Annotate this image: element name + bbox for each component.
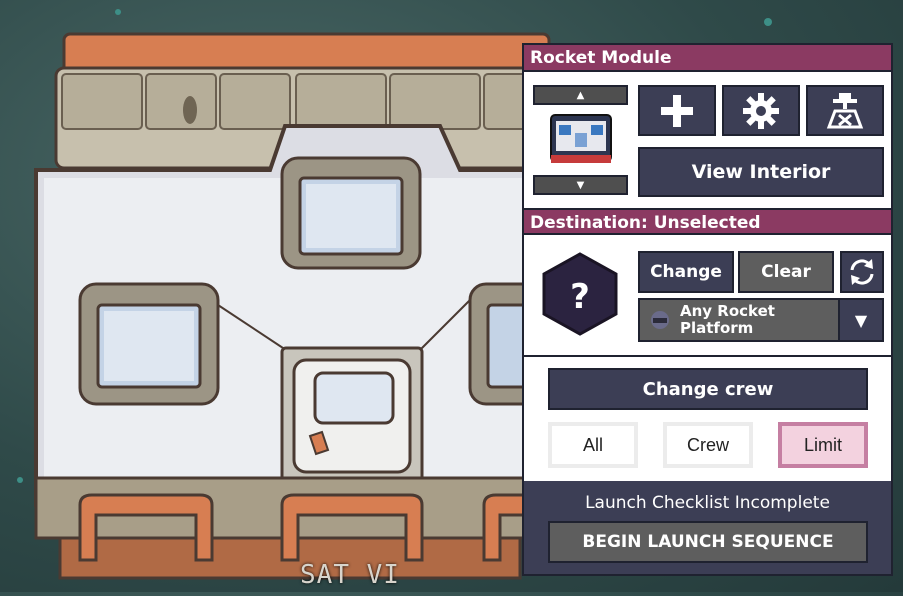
launch-pad-button[interactable]	[806, 85, 884, 136]
arrow-up-icon: ▲	[576, 89, 585, 101]
module-settings-button[interactable]	[722, 85, 800, 136]
refresh-button[interactable]	[840, 251, 884, 293]
rocket-module-header: Rocket Module	[524, 45, 891, 72]
plus-icon	[661, 94, 693, 127]
change-label: Change	[650, 262, 722, 282]
begin-launch-label: BEGIN LAUNCH SEQUENCE	[582, 532, 834, 552]
view-interior-button[interactable]: View Interior	[638, 147, 884, 197]
launch-status-text: Launch Checklist Incomplete	[585, 493, 830, 513]
module-preview	[548, 111, 614, 167]
dropdown-toggle[interactable]: ▼	[838, 300, 882, 340]
module-preview-icon	[550, 114, 612, 163]
platform-select-value: Any Rocket Platform	[680, 302, 775, 337]
module-up-button[interactable]: ▲	[533, 85, 628, 105]
module-down-button[interactable]: ▼	[533, 175, 628, 195]
crew-filter-crew[interactable]: Crew	[663, 422, 753, 468]
change-destination-button[interactable]: Change	[638, 251, 734, 293]
rocket-platform-icon	[651, 311, 669, 329]
view-interior-label: View Interior	[691, 161, 831, 183]
refresh-icon	[850, 259, 874, 285]
gear-icon	[743, 92, 779, 129]
change-crew-button[interactable]: Change crew	[548, 368, 868, 410]
crew-filter-all[interactable]: All	[548, 422, 638, 468]
crew-filter-label: All	[582, 434, 603, 455]
clear-label: Clear	[761, 262, 811, 282]
clear-destination-button[interactable]: Clear	[738, 251, 834, 293]
add-module-button[interactable]	[638, 85, 716, 136]
crew-filter-label: Crew	[686, 434, 729, 455]
crew-filter-label: Limit	[803, 434, 842, 455]
rocket-side-panel: Rocket Module ▲ ▼ View Interior Destinat…	[522, 43, 893, 576]
arrow-down-icon: ▼	[576, 179, 585, 191]
rocket-name-label: SAT VI	[300, 560, 400, 590]
chevron-down-icon: ▼	[854, 310, 868, 330]
crew-filter-limit[interactable]: Limit	[778, 422, 868, 468]
launch-section: Launch Checklist Incomplete BEGIN LAUNCH…	[524, 481, 891, 574]
destination-badge[interactable]: ?	[542, 252, 618, 336]
destination-header: Destination: Unselected	[524, 208, 891, 235]
launch-pad-icon	[826, 92, 864, 128]
svg-text:?: ?	[570, 277, 590, 317]
begin-launch-button[interactable]: BEGIN LAUNCH SEQUENCE	[548, 521, 868, 563]
question-mark-icon: ?	[542, 252, 618, 336]
section-divider	[524, 355, 891, 357]
change-crew-label: Change crew	[642, 378, 774, 400]
platform-select[interactable]: Any Rocket Platform ▼	[638, 298, 884, 342]
